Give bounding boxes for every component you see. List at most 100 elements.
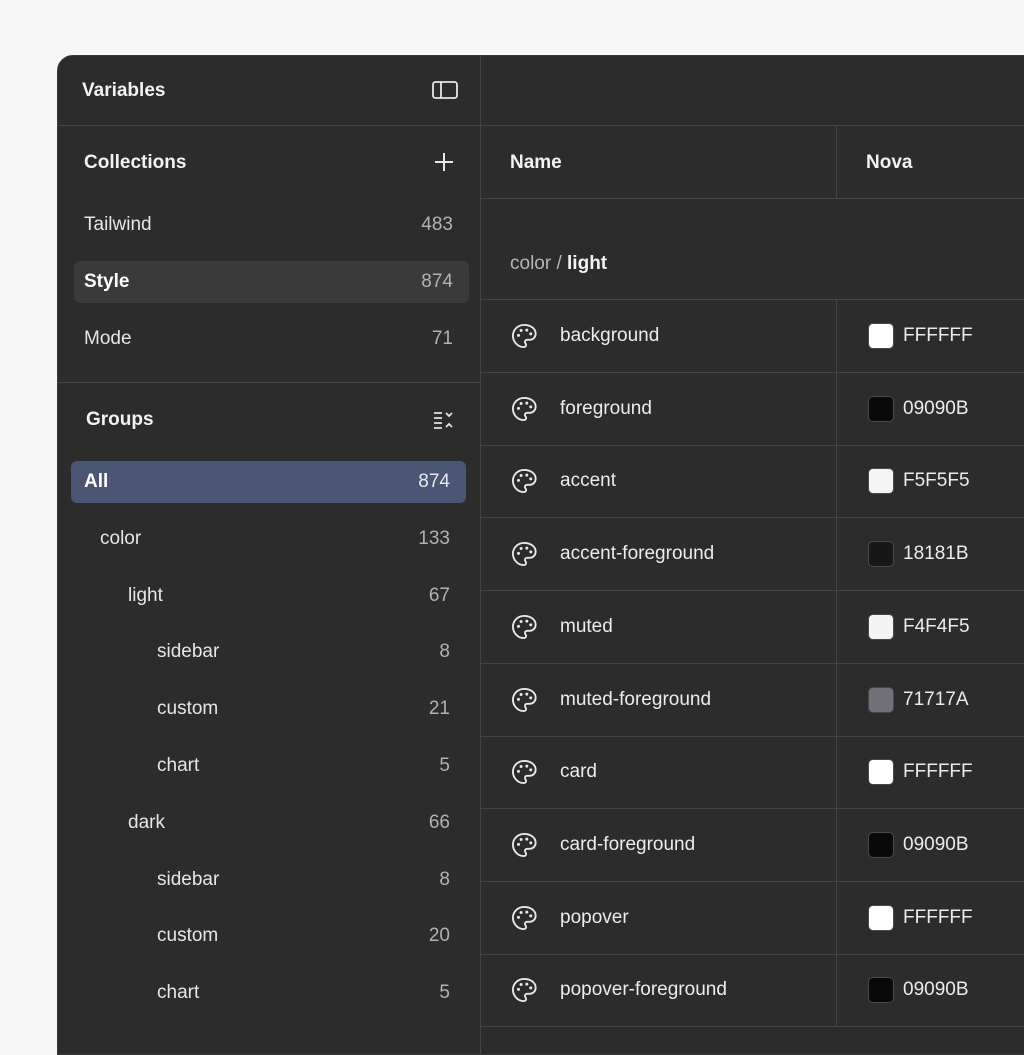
group-count: 20 xyxy=(428,925,450,947)
variable-name: popover-foreground xyxy=(560,979,727,1001)
table-row[interactable]: accent F5F5F5 xyxy=(481,445,1024,519)
collection-item[interactable]: Tailwind 483 xyxy=(74,204,469,246)
variable-name-cell[interactable]: card-foreground xyxy=(481,808,837,881)
variable-name-cell[interactable]: muted-foreground xyxy=(481,663,837,736)
group-item[interactable]: dark 66 xyxy=(71,802,466,844)
collection-count: 874 xyxy=(421,271,453,292)
variable-value-cell[interactable]: 09090B xyxy=(837,809,1024,881)
variable-value-cell[interactable]: 18181B xyxy=(837,518,1024,590)
table-row[interactable]: muted F4F4F5 xyxy=(481,590,1024,664)
variable-value-cell[interactable]: 09090B xyxy=(837,373,1024,445)
group-item[interactable]: custom 20 xyxy=(71,915,466,957)
group-item[interactable]: chart 5 xyxy=(71,972,466,1014)
group-count: 874 xyxy=(418,471,450,492)
group-item[interactable]: All 874 xyxy=(71,461,466,503)
variable-name-cell[interactable]: popover-foreground xyxy=(481,954,837,1027)
variable-name-cell[interactable]: card xyxy=(481,736,837,809)
palette-icon xyxy=(510,686,538,714)
variable-value-cell[interactable]: 71717A xyxy=(837,664,1024,736)
group-count: 67 xyxy=(428,584,450,606)
color-swatch[interactable] xyxy=(868,468,894,495)
hex-value: 18181B xyxy=(903,543,969,565)
color-swatch[interactable] xyxy=(868,541,894,568)
table-row[interactable]: popover-foreground 09090B xyxy=(481,954,1024,1028)
group-count: 66 xyxy=(428,811,450,833)
sidebar-panel-icon[interactable] xyxy=(432,80,458,100)
table-row[interactable]: card FFFFFF xyxy=(481,736,1024,810)
color-swatch[interactable] xyxy=(868,831,894,858)
table-row[interactable]: background FFFFFF xyxy=(481,300,1024,373)
column-mode-label: Nova xyxy=(866,152,913,173)
group-item[interactable]: sidebar 8 xyxy=(71,859,466,901)
color-swatch[interactable] xyxy=(868,904,894,931)
variable-name-cell[interactable]: muted xyxy=(481,590,837,663)
variable-name: popover xyxy=(560,906,629,928)
column-header-mode[interactable]: Nova xyxy=(837,126,1024,199)
palette-icon xyxy=(510,976,538,1004)
variable-name-cell[interactable]: background xyxy=(481,300,837,372)
group-name: dark xyxy=(128,811,165,833)
group-item[interactable]: custom 21 xyxy=(71,688,466,730)
group-path: color / light xyxy=(510,253,607,275)
group-path-current: light xyxy=(567,253,608,274)
hex-value: 71717A xyxy=(903,688,969,710)
variable-value-cell[interactable]: 09090B xyxy=(837,954,1024,1026)
variable-name: background xyxy=(560,325,660,346)
variable-name: accent-foreground xyxy=(560,543,715,565)
color-swatch[interactable] xyxy=(868,759,894,786)
group-count: 5 xyxy=(439,982,450,1004)
variable-value-cell[interactable]: FFFFFF xyxy=(837,882,1024,954)
group-item[interactable]: chart 5 xyxy=(71,745,466,787)
group-count: 133 xyxy=(418,527,450,549)
collections-header: Collections xyxy=(58,144,480,184)
group-name: sidebar xyxy=(157,868,220,890)
variable-name-cell[interactable]: accent xyxy=(481,445,837,518)
variable-name: card-foreground xyxy=(560,833,696,855)
table-row[interactable]: card-foreground 09090B xyxy=(481,808,1024,882)
group-item[interactable]: light 67 xyxy=(71,575,466,617)
variable-value-cell[interactable]: F4F4F5 xyxy=(837,591,1024,663)
variable-name: muted xyxy=(560,615,613,637)
color-swatch[interactable] xyxy=(868,395,894,422)
table-row[interactable]: foreground 09090B xyxy=(481,372,1024,446)
group-name: custom xyxy=(157,698,219,720)
group-name: sidebar xyxy=(157,641,220,663)
palette-icon xyxy=(510,904,538,932)
group-name: All xyxy=(84,471,109,492)
variable-value-cell[interactable]: FFFFFF xyxy=(837,736,1024,808)
palette-icon xyxy=(510,322,538,350)
hex-value: FFFFFF xyxy=(903,325,973,346)
color-swatch[interactable] xyxy=(868,613,894,640)
variable-name-cell[interactable]: accent-foreground xyxy=(481,518,837,591)
variable-value-cell[interactable]: FFFFFF xyxy=(837,300,1024,372)
table-row[interactable]: popover FFFFFF xyxy=(481,881,1024,955)
group-item[interactable]: color 133 xyxy=(71,518,466,560)
hex-value: F4F4F5 xyxy=(903,615,970,637)
variable-name-cell[interactable]: popover xyxy=(481,881,837,954)
plus-icon[interactable] xyxy=(432,150,456,174)
color-swatch[interactable] xyxy=(868,977,894,1004)
collection-item[interactable]: Style 874 xyxy=(74,261,469,303)
hex-value: F5F5F5 xyxy=(903,470,970,492)
group-heading: color / light xyxy=(481,199,1024,300)
group-name: chart xyxy=(157,755,200,776)
palette-icon xyxy=(510,395,538,423)
group-item[interactable]: sidebar 8 xyxy=(71,631,466,673)
color-swatch[interactable] xyxy=(868,686,894,713)
table-row[interactable]: accent-foreground 18181B xyxy=(481,518,1024,592)
sidebar-divider xyxy=(58,382,480,383)
group-path-prefix: color / xyxy=(510,253,568,274)
sort-list-icon[interactable] xyxy=(432,407,456,431)
hex-value: 09090B xyxy=(903,833,969,855)
variable-value-cell[interactable]: F5F5F5 xyxy=(837,445,1024,517)
collection-count: 71 xyxy=(431,328,453,349)
group-count: 21 xyxy=(428,698,450,720)
column-header-name[interactable]: Name xyxy=(481,126,837,199)
variable-name-cell[interactable]: foreground xyxy=(481,372,837,445)
table-row[interactable]: muted-foreground 71717A xyxy=(481,663,1024,737)
palette-icon xyxy=(510,467,538,495)
group-count: 8 xyxy=(439,868,450,890)
hex-value: FFFFFF xyxy=(903,906,973,928)
collection-item[interactable]: Mode 71 xyxy=(74,318,469,360)
color-swatch[interactable] xyxy=(868,323,894,349)
